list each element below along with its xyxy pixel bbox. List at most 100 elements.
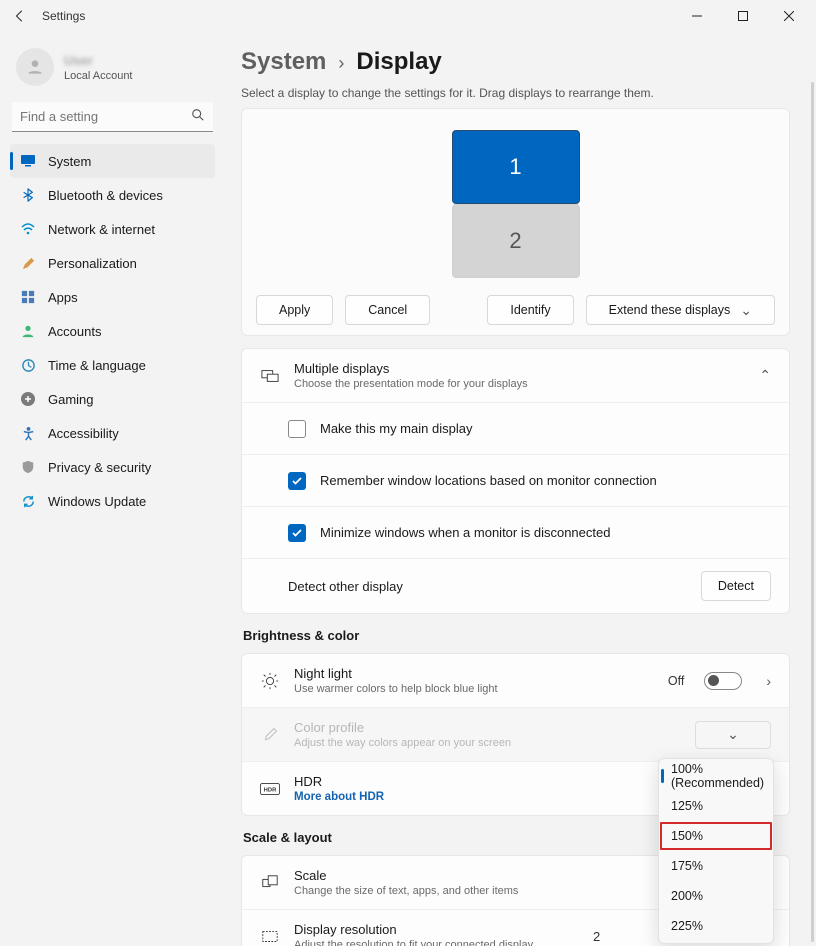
sidebar-item-personalization[interactable]: Personalization — [10, 246, 215, 280]
title-bar: Settings — [0, 0, 816, 32]
sidebar-item-update[interactable]: Windows Update — [10, 484, 215, 518]
apps-icon — [20, 289, 36, 305]
multiple-displays-header[interactable]: Multiple displays Choose the presentatio… — [242, 349, 789, 402]
sidebar-item-gaming[interactable]: Gaming — [10, 382, 215, 416]
sidebar-item-label: Bluetooth & devices — [48, 188, 163, 203]
make-main-display-row[interactable]: Make this my main display — [242, 402, 789, 454]
user-profile[interactable]: User Local Account — [10, 44, 215, 102]
scale-option-150[interactable]: 150% — [659, 821, 773, 851]
sidebar-item-system[interactable]: System — [10, 144, 215, 178]
sidebar-item-bluetooth[interactable]: Bluetooth & devices — [10, 178, 215, 212]
checkbox-checked[interactable] — [288, 524, 306, 542]
globe-clock-icon — [20, 357, 36, 373]
eyedropper-icon — [260, 726, 280, 743]
section-brightness: Brightness & color — [243, 628, 790, 643]
sidebar-item-label: Accessibility — [48, 426, 119, 441]
sidebar-item-label: Privacy & security — [48, 460, 151, 475]
bluetooth-icon — [20, 187, 36, 203]
detect-display-row: Detect other display Detect — [242, 558, 789, 613]
user-subtitle: Local Account — [64, 70, 133, 82]
sidebar-item-accessibility[interactable]: Accessibility — [10, 416, 215, 450]
update-icon — [20, 493, 36, 509]
accessibility-icon — [20, 425, 36, 441]
detect-button[interactable]: Detect — [701, 571, 771, 601]
row-subtitle: Choose the presentation mode for your di… — [294, 378, 745, 390]
checkbox-label: Make this my main display — [320, 421, 472, 436]
sidebar-item-label: Apps — [48, 290, 78, 305]
wifi-icon — [20, 221, 36, 237]
page-title: Display — [356, 48, 441, 76]
row-title: Multiple displays — [294, 361, 745, 376]
checkbox-checked[interactable] — [288, 472, 306, 490]
cancel-button[interactable]: Cancel — [345, 295, 430, 325]
scale-icon — [260, 874, 280, 892]
row-title: Color profile — [294, 720, 681, 735]
row-subtitle: Adjust the way colors appear on your scr… — [294, 737, 681, 749]
resolution-icon — [260, 928, 280, 946]
multiple-displays-card: Multiple displays Choose the presentatio… — [241, 348, 790, 614]
row-subtitle: Adjust the resolution to fit your connec… — [294, 939, 579, 946]
row-title: Night light — [294, 666, 654, 681]
search-icon — [191, 108, 205, 127]
row-subtitle: Use warmer colors to help block blue lig… — [294, 683, 654, 695]
checkbox-label: Remember window locations based on monit… — [320, 473, 657, 488]
sidebar-item-label: System — [48, 154, 91, 169]
night-light-row[interactable]: Night light Use warmer colors to help bl… — [242, 654, 789, 707]
scale-option-225[interactable]: 225% — [659, 911, 773, 941]
hdr-icon: HDR — [260, 782, 280, 796]
chevron-right-icon: › — [766, 673, 771, 689]
paintbrush-icon — [20, 255, 36, 271]
scale-dropdown-popup: 100% (Recommended) 125% 150% 175% 200% 2… — [658, 758, 774, 944]
monitor-1[interactable]: 1 — [452, 130, 580, 204]
chevron-down-icon: ⌄ — [727, 726, 739, 743]
extend-dropdown[interactable]: Extend these displays ⌄ — [586, 295, 775, 325]
chevron-right-icon: › — [338, 53, 344, 74]
system-icon — [20, 153, 36, 169]
extend-label: Extend these displays — [609, 303, 731, 317]
resolution-value-peek: 2 — [593, 929, 600, 944]
avatar — [16, 48, 54, 86]
gaming-icon — [20, 391, 36, 407]
row-title: Display resolution — [294, 922, 579, 937]
scale-option-125[interactable]: 125% — [659, 791, 773, 821]
scale-option-175[interactable]: 175% — [659, 851, 773, 881]
display-arrange-panel: 1 2 Apply Cancel Identify Extend these d… — [241, 108, 790, 336]
breadcrumb-parent[interactable]: System — [241, 48, 326, 76]
checkbox-unchecked[interactable] — [288, 420, 306, 438]
sidebar-item-label: Network & internet — [48, 222, 155, 237]
window-title: Settings — [42, 9, 85, 23]
sidebar-item-privacy[interactable]: Privacy & security — [10, 450, 215, 484]
apply-button[interactable]: Apply — [256, 295, 333, 325]
close-button[interactable] — [766, 0, 812, 32]
sidebar-item-accounts[interactable]: Accounts — [10, 314, 215, 348]
minimize-button[interactable] — [674, 0, 720, 32]
identify-button[interactable]: Identify — [487, 295, 573, 325]
sidebar-item-apps[interactable]: Apps — [10, 280, 215, 314]
page-subtitle: Select a display to change the settings … — [241, 86, 790, 100]
sidebar-item-label: Accounts — [48, 324, 101, 339]
sidebar: User Local Account System Bluetooth & de… — [0, 32, 225, 946]
color-profile-row: Color profile Adjust the way colors appe… — [242, 707, 789, 761]
remember-windows-row[interactable]: Remember window locations based on monit… — [242, 454, 789, 506]
minimize-windows-row[interactable]: Minimize windows when a monitor is disco… — [242, 506, 789, 558]
back-button[interactable] — [8, 4, 32, 28]
search-box[interactable] — [12, 102, 213, 132]
night-light-icon — [260, 672, 280, 690]
shield-icon — [20, 459, 36, 475]
monitor-canvas[interactable]: 1 2 — [242, 109, 789, 289]
scale-option-100[interactable]: 100% (Recommended) — [659, 761, 773, 791]
monitor-2[interactable]: 2 — [452, 204, 580, 278]
chevron-up-icon: ⌃ — [759, 367, 771, 384]
person-icon — [20, 323, 36, 339]
night-light-toggle[interactable] — [704, 672, 742, 690]
displays-icon — [260, 367, 280, 385]
scale-option-200[interactable]: 200% — [659, 881, 773, 911]
breadcrumb: System › Display — [241, 48, 790, 76]
content-scrollbar[interactable] — [811, 82, 814, 942]
sidebar-item-time[interactable]: Time & language — [10, 348, 215, 382]
search-input[interactable] — [12, 102, 213, 132]
chevron-down-icon: ⌄ — [740, 302, 752, 319]
sidebar-item-network[interactable]: Network & internet — [10, 212, 215, 246]
maximize-button[interactable] — [720, 0, 766, 32]
toggle-state: Off — [668, 674, 684, 688]
